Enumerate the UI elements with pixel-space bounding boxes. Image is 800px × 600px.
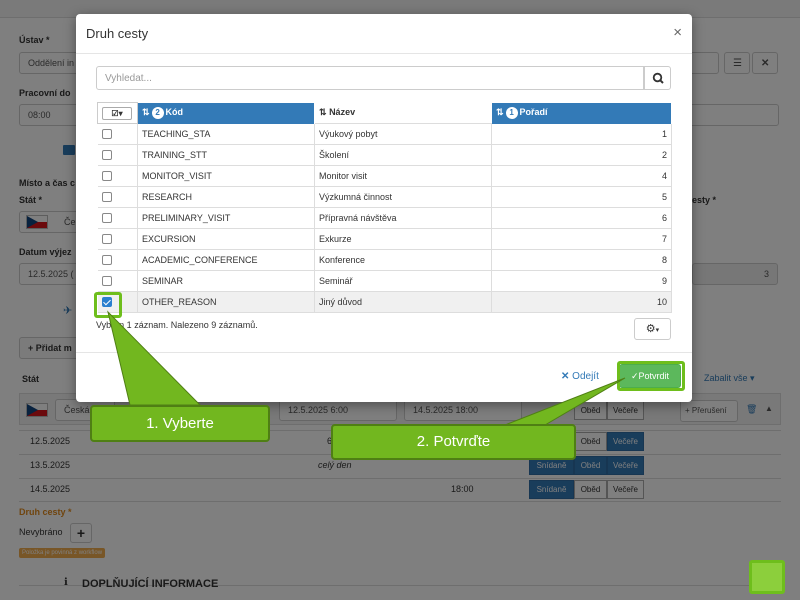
callout-pointer-2	[504, 377, 626, 426]
callout-step-2: 2. Potvrďte	[331, 424, 576, 460]
callout-step-1: 1. Vyberte	[90, 405, 270, 442]
callout-pointer-1	[107, 310, 202, 406]
callout-pointers	[107, 310, 626, 426]
